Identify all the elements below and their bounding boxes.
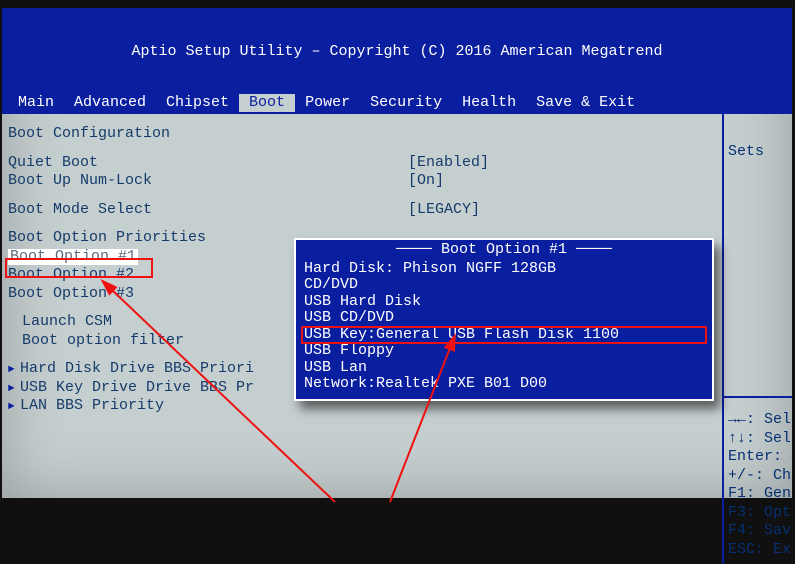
tab-save[interactable]: Save & Exit (526, 94, 645, 113)
help-heading: Sets (728, 144, 788, 161)
popup-option-cddvd[interactable]: CD/DVD (302, 277, 706, 294)
numlock-value: [On] (408, 173, 444, 190)
boot-option-1[interactable]: Boot Option #1 (8, 249, 138, 266)
popup-option-usb-hd[interactable]: USB Hard Disk (302, 294, 706, 311)
tab-boot[interactable]: Boot (239, 94, 295, 113)
help-key-f1: F1: Gene (728, 486, 792, 503)
right-help-pane: Sets →←: Sele ↑↓: Sele Enter: Se +/-: Ch… (722, 114, 792, 564)
help-key-plusminus: +/-: Cha (728, 468, 792, 485)
tab-power[interactable]: Power (295, 94, 360, 113)
help-key-arrows-v: ↑↓: Sele (728, 431, 792, 448)
tab-health[interactable]: Health (452, 94, 526, 113)
popup-option-usb-cddvd[interactable]: USB CD/DVD (302, 310, 706, 327)
help-key-esc: ESC: Exit (728, 542, 792, 559)
popup-title: ──── Boot Option #1 ──── (302, 242, 706, 259)
help-key-f4: F4: Save (728, 523, 792, 540)
title-bar: Aptio Setup Utility – Copyright (C) 2016… (2, 8, 792, 94)
boot-option-popup[interactable]: ──── Boot Option #1 ──── Hard Disk: Phis… (294, 238, 714, 401)
boot-mode-value: [LEGACY] (408, 202, 480, 219)
popup-option-network[interactable]: Network:Realtek PXE B01 D00 (302, 376, 706, 393)
popup-option-usb-key[interactable]: USB Key:General USB Flash Disk 1100 (302, 327, 706, 344)
tab-main[interactable]: Main (8, 94, 64, 113)
popup-option-usb-lan[interactable]: USB Lan (302, 360, 706, 377)
help-key-arrows-h: →←: Sele (728, 412, 792, 429)
numlock-label[interactable]: Boot Up Num-Lock (8, 173, 408, 190)
tab-security[interactable]: Security (360, 94, 452, 113)
tab-advanced[interactable]: Advanced (64, 94, 156, 113)
boot-mode-label[interactable]: Boot Mode Select (8, 202, 408, 219)
popup-option-usb-floppy[interactable]: USB Floppy (302, 343, 706, 360)
tab-chipset[interactable]: Chipset (156, 94, 239, 113)
utility-title: Aptio Setup Utility – Copyright (C) 2016… (8, 44, 786, 61)
quiet-boot-value: [Enabled] (408, 155, 489, 172)
help-key-enter: Enter: Se (728, 449, 792, 466)
help-divider (724, 396, 792, 398)
bios-screen: Aptio Setup Utility – Copyright (C) 2016… (2, 8, 792, 498)
help-key-f3: F3: Opti (728, 505, 792, 522)
quiet-boot-label[interactable]: Quiet Boot (8, 155, 408, 172)
popup-option-hard-disk[interactable]: Hard Disk: Phison NGFF 128GB (302, 261, 706, 278)
menu-bar: Main Advanced Chipset Boot Power Securit… (2, 94, 792, 115)
boot-config-heading: Boot Configuration (8, 126, 408, 143)
